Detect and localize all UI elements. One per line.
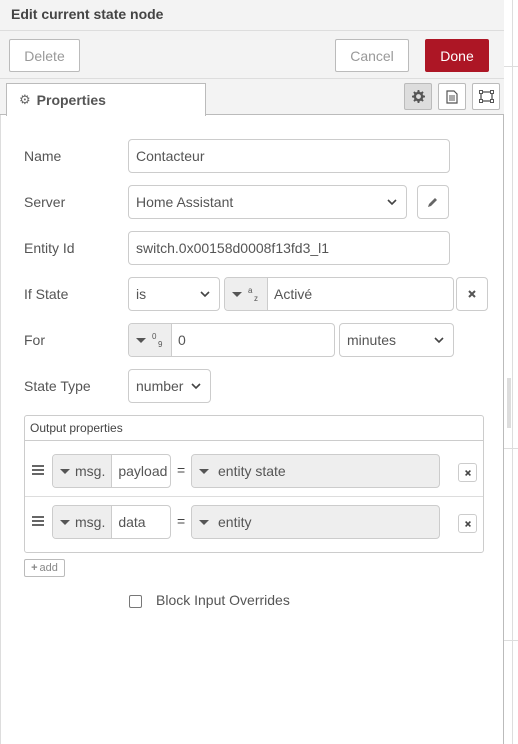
output-properties-title: Output properties (25, 416, 483, 441)
state-type-value: number (136, 378, 184, 394)
server-select[interactable]: Home Assistant (128, 185, 407, 219)
output-property-value-select[interactable]: entity (191, 505, 440, 539)
properties-form: Name Contacteur Server Home Assistant En… (0, 115, 504, 744)
caret-down-icon (199, 519, 209, 525)
msg-prefix: msg. (75, 514, 106, 530)
if-state-typed-input[interactable]: az Activé (224, 277, 454, 311)
svg-text:9: 9 (158, 340, 163, 348)
resize-grip[interactable] (507, 378, 511, 428)
block-input-overrides-checkbox[interactable] (129, 595, 142, 608)
tab-bar: ⚙ Properties (0, 79, 504, 116)
caret-down-icon (199, 468, 209, 474)
state-type-label: State Type (24, 378, 91, 394)
for-label: For (24, 332, 45, 348)
caret-down-icon (60, 468, 70, 474)
cancel-button[interactable]: Cancel (335, 39, 409, 72)
if-state-operator-select[interactable]: is (128, 277, 220, 311)
for-typed-input[interactable]: 09 0 (128, 323, 335, 357)
node-frame-icon (478, 90, 494, 103)
block-input-overrides-label: Block Input Overrides (156, 592, 290, 608)
name-input[interactable]: Contacteur (128, 139, 450, 173)
msg-type-selector[interactable]: msg. (53, 506, 113, 538)
done-button[interactable]: Done (425, 39, 489, 72)
string-type-selector[interactable]: az (225, 278, 268, 310)
output-property-row: msg. data = entity (25, 498, 483, 548)
add-output-property-button[interactable]: + add (24, 559, 65, 577)
edit-tray: Edit current state node Delete Cancel Do… (0, 0, 504, 744)
number-type-icon: 09 (152, 332, 163, 348)
equals-sign: = (177, 462, 186, 478)
if-state-operator-value: is (136, 286, 147, 302)
edit-server-button[interactable] (417, 185, 449, 219)
caret-down-icon (232, 291, 242, 297)
chevron-down-icon (200, 291, 210, 298)
tab-properties-label: Properties (36, 92, 106, 108)
server-select-value: Home Assistant (136, 194, 234, 210)
output-property-target[interactable]: msg. data (52, 505, 171, 539)
server-label: Server (24, 194, 66, 210)
for-unit-select[interactable]: minutes (339, 323, 454, 357)
msg-prefix: msg. (75, 463, 106, 479)
delete-button[interactable]: Delete (9, 39, 80, 72)
svg-text:a: a (248, 286, 253, 295)
value-type-selector[interactable] (192, 455, 216, 487)
workspace-edge (504, 0, 518, 744)
number-type-selector[interactable]: 09 (129, 324, 172, 356)
description-tab-icon[interactable] (438, 83, 466, 110)
close-icon (464, 520, 471, 527)
drag-handle-icon[interactable] (32, 516, 44, 527)
if-state-label: If State (24, 286, 69, 302)
pencil-icon (428, 198, 437, 207)
entity-id-input[interactable]: switch.0x00158d0008f13fd3_l1 (128, 231, 450, 265)
for-unit-value: minutes (347, 332, 397, 348)
tray-title: Edit current state node (11, 6, 164, 22)
close-icon (464, 469, 471, 476)
remove-row-button[interactable] (458, 463, 477, 482)
output-properties-box: Output properties msg. payload = entity … (24, 415, 484, 553)
output-property-name: payload (118, 463, 168, 479)
svg-text:0: 0 (152, 332, 157, 341)
output-property-value: entity (218, 514, 252, 530)
plus-icon: + (31, 562, 38, 574)
output-property-target[interactable]: msg. payload (52, 454, 171, 488)
file-text-icon (446, 89, 458, 104)
settings-tab-icon[interactable] (404, 83, 432, 110)
name-label: Name (24, 148, 62, 164)
output-property-row: msg. payload = entity state (25, 447, 483, 497)
if-state-value: Activé (274, 286, 313, 302)
caret-down-icon (136, 337, 146, 343)
output-property-name: data (118, 514, 146, 530)
gear-icon (411, 90, 425, 103)
tray-toolbar: Delete Cancel Done (0, 31, 504, 79)
state-type-select[interactable]: number (128, 369, 211, 403)
appearance-tab-icon[interactable] (472, 83, 500, 110)
for-value: 0 (178, 332, 186, 348)
add-label: add (39, 562, 58, 574)
chevron-down-icon (387, 199, 397, 206)
output-property-value-select[interactable]: entity state (191, 454, 440, 488)
remove-row-button[interactable] (458, 514, 477, 533)
chevron-down-icon (434, 337, 444, 344)
close-icon (468, 290, 476, 298)
drag-handle-icon[interactable] (32, 465, 44, 476)
value-type-selector[interactable] (192, 506, 216, 538)
svg-text:z: z (254, 294, 258, 302)
chevron-down-icon (191, 383, 201, 390)
msg-type-selector[interactable]: msg. (53, 455, 113, 487)
output-property-value: entity state (218, 463, 286, 479)
clear-if-state-button[interactable] (456, 277, 488, 311)
equals-sign: = (177, 513, 186, 529)
entity-id-label: Entity Id (24, 240, 75, 256)
gear-icon: ⚙ (19, 92, 31, 107)
tab-properties[interactable]: ⚙ Properties (6, 83, 206, 116)
string-type-icon: az (248, 286, 258, 302)
tray-header: Edit current state node (0, 0, 504, 31)
caret-down-icon (60, 519, 70, 525)
